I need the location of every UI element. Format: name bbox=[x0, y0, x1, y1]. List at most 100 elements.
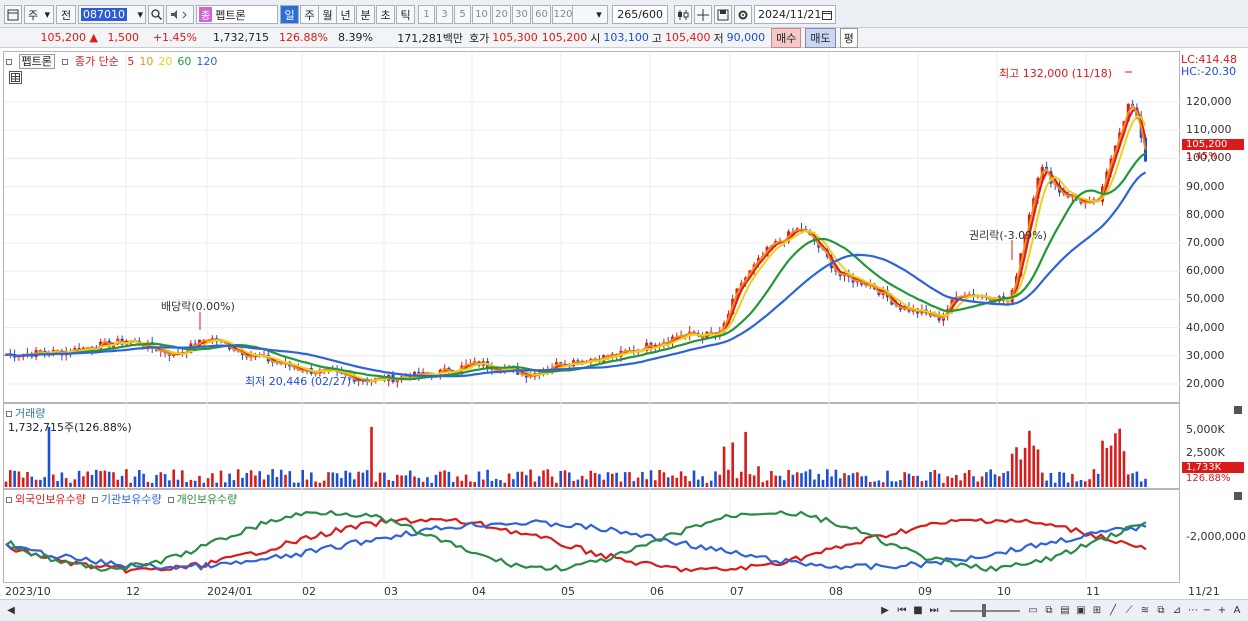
forward-icon[interactable]: ⏭ bbox=[927, 603, 941, 617]
volume-bar bbox=[267, 474, 270, 487]
volume-bar bbox=[322, 480, 326, 487]
x-axis-label: 2024/01 bbox=[207, 585, 253, 598]
volume-readout: 1,732,715주(126.88%) bbox=[8, 421, 132, 434]
legend-toggle-icon[interactable] bbox=[6, 497, 12, 503]
ma-legend-period[interactable]: 20 bbox=[158, 55, 172, 68]
more-icon[interactable]: ⋯ bbox=[1186, 603, 1200, 617]
legend-toggle-icon[interactable] bbox=[167, 497, 174, 503]
holder-legend-item[interactable]: 기관보유수량 bbox=[91, 493, 162, 506]
data-table-icon[interactable] bbox=[9, 71, 22, 84]
volume-bar bbox=[722, 446, 726, 487]
holder-legend-label: 기관보유수량 bbox=[100, 493, 162, 506]
legend-stock-name[interactable]: 펩트론 bbox=[18, 54, 55, 69]
volume-bar bbox=[890, 481, 894, 487]
ma-legend-period[interactable]: 5 bbox=[127, 55, 134, 68]
font-size-icon[interactable]: A bbox=[1230, 603, 1244, 617]
volume-bar bbox=[1131, 473, 1134, 487]
drawing-tool-icon[interactable]: ▭ bbox=[1026, 603, 1040, 617]
volume-bar bbox=[271, 469, 274, 487]
price-tick: 30,000 bbox=[1186, 348, 1225, 362]
volume-bar bbox=[602, 479, 605, 487]
copy-icon[interactable]: ⧉ bbox=[1042, 603, 1056, 617]
volume-bar bbox=[404, 475, 408, 487]
volume-bar bbox=[39, 479, 42, 487]
legend-ma-title[interactable]: 종가 단순 bbox=[75, 55, 119, 68]
zoom-in-icon[interactable]: + bbox=[1215, 603, 1229, 617]
volume-bar bbox=[387, 479, 390, 487]
multi-chart-icon[interactable]: ⊞ bbox=[1090, 603, 1104, 617]
current-volume-pct: 126.88% bbox=[1186, 473, 1231, 484]
volume-bar bbox=[477, 471, 481, 487]
line-tool-icon[interactable]: ╱ bbox=[1106, 603, 1120, 617]
volume-bar bbox=[679, 471, 683, 487]
volume-bar bbox=[903, 472, 906, 487]
volume-bar bbox=[279, 469, 283, 487]
volume-bar bbox=[619, 481, 623, 487]
volume-bar bbox=[542, 470, 545, 487]
volume-bar bbox=[800, 473, 803, 487]
volume-bar bbox=[1049, 472, 1053, 487]
price-tick: 60,000 bbox=[1186, 264, 1225, 278]
volume-bar bbox=[770, 471, 773, 487]
volume-bar bbox=[219, 470, 223, 487]
ma-legend-period[interactable]: 60 bbox=[177, 55, 191, 68]
fib-tool-icon[interactable]: ≋ bbox=[1138, 603, 1152, 617]
volume-bar bbox=[662, 472, 666, 487]
x-axis-label: 07 bbox=[730, 585, 744, 598]
volume-bar bbox=[262, 479, 266, 487]
window-icon[interactable]: ▣ bbox=[1074, 603, 1088, 617]
zoom-slider-handle[interactable] bbox=[982, 604, 986, 617]
volume-bar bbox=[228, 473, 231, 487]
ma-legend-period[interactable]: 120 bbox=[196, 55, 217, 68]
legend-toggle-icon[interactable] bbox=[6, 411, 12, 417]
zoom-out-icon[interactable]: − bbox=[1200, 603, 1214, 617]
price-legend: 펩트론 종가 단순 5 10 20 60 120 bbox=[6, 53, 217, 69]
volume-bar bbox=[310, 472, 313, 487]
volume-bar bbox=[335, 473, 339, 487]
volume-bar bbox=[993, 474, 997, 487]
price-tick: 80,000 bbox=[1186, 207, 1225, 221]
volume-bar bbox=[1062, 472, 1066, 487]
holder-legend-item[interactable]: 외국인보유수량 bbox=[6, 493, 86, 506]
volume-bar bbox=[1032, 445, 1035, 487]
volume-bar bbox=[254, 475, 257, 487]
volume-bar bbox=[361, 472, 365, 487]
volume-bar bbox=[1045, 480, 1048, 487]
volume-bar bbox=[972, 476, 975, 487]
holder-legend-item[interactable]: 개인보유수량 bbox=[167, 493, 237, 506]
ruler-icon[interactable]: ⊿ bbox=[1170, 603, 1184, 617]
volume-bar bbox=[439, 471, 442, 487]
volume-bar bbox=[512, 479, 515, 487]
x-axis-label: 06 bbox=[650, 585, 664, 598]
current-price-pct: 1.45% bbox=[1186, 151, 1218, 162]
scroll-right-icon[interactable]: ▶ bbox=[878, 603, 892, 617]
volume-bar bbox=[864, 475, 868, 487]
moving-average-line bbox=[5, 107, 1147, 383]
rights-annotation: 권리락(-3.09%) bbox=[969, 229, 1047, 242]
volume-bar bbox=[142, 473, 145, 487]
volume-bar bbox=[641, 471, 644, 487]
legend-toggle-icon[interactable] bbox=[6, 59, 12, 65]
pane-close-icon[interactable] bbox=[1234, 406, 1242, 414]
layout-icon[interactable]: ▤ bbox=[1058, 603, 1072, 617]
volume-bar bbox=[43, 477, 46, 487]
volume-bar bbox=[718, 474, 722, 487]
volume-bar bbox=[985, 472, 988, 487]
trend-tool-icon[interactable]: ⟋ bbox=[1122, 603, 1136, 617]
volume-bar bbox=[297, 482, 300, 487]
scroll-left-icon[interactable]: ◀ bbox=[4, 603, 18, 617]
stop-icon[interactable]: ■ bbox=[911, 603, 925, 617]
volume-bar bbox=[34, 479, 38, 487]
volume-bar bbox=[709, 480, 713, 487]
legend-toggle-icon[interactable] bbox=[62, 59, 69, 65]
volume-bar bbox=[937, 473, 941, 487]
chart-copy-icon[interactable]: ⧉ bbox=[1154, 603, 1168, 617]
volume-bar bbox=[374, 481, 378, 487]
volume-bar bbox=[163, 474, 167, 487]
volume-bar bbox=[301, 469, 304, 487]
rewind-icon[interactable]: ⏮ bbox=[895, 603, 909, 617]
pane-close-icon[interactable] bbox=[1234, 492, 1242, 500]
ma-legend-period[interactable]: 10 bbox=[139, 55, 153, 68]
volume-bar bbox=[469, 481, 472, 487]
legend-toggle-icon[interactable] bbox=[91, 497, 98, 503]
